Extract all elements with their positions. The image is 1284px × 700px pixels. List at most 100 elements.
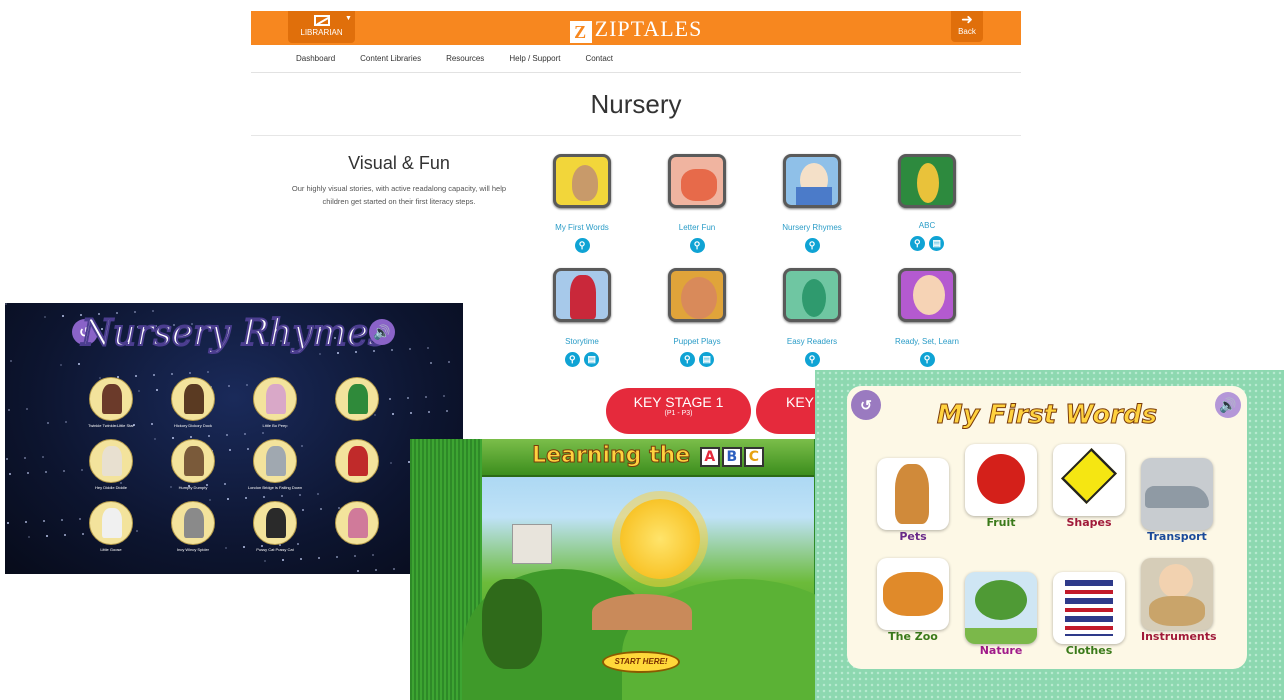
star-decoration xyxy=(302,509,304,511)
search-icon[interactable]: ⚲ xyxy=(564,352,580,367)
tile-label[interactable]: My First Words xyxy=(537,223,627,232)
word-card-instruments[interactable]: Instruments xyxy=(1141,558,1217,643)
star-decoration xyxy=(136,530,138,532)
word-image[interactable] xyxy=(965,444,1037,516)
tile-storytime[interactable]: Storytime ⚲ ▤ xyxy=(537,268,627,367)
speaker-icon[interactable]: 🔊 xyxy=(369,319,395,345)
star-decoration xyxy=(79,518,81,520)
tile-label[interactable]: Letter Fun xyxy=(652,223,742,232)
tile-easy-readers[interactable]: Easy Readers ⚲ xyxy=(767,268,857,367)
tile-label[interactable]: Easy Readers xyxy=(767,337,857,346)
page-title: Nursery xyxy=(251,89,1021,136)
rhyme-item[interactable] xyxy=(335,377,379,421)
tile-label[interactable]: Storytime xyxy=(537,337,627,346)
rhyme-item[interactable]: Hey Diddle Diddle xyxy=(89,439,133,490)
nav-help-support[interactable]: Help / Support xyxy=(509,54,560,63)
star-decoration xyxy=(27,472,29,474)
word-card-nature[interactable]: Nature xyxy=(965,572,1037,657)
word-card-the-zoo[interactable]: The Zoo xyxy=(877,558,949,643)
tile-image[interactable] xyxy=(898,268,956,322)
nursery-rhymes-screen: ↺ Nursery Rhymes 🔊 Twinkle Twinkle Littl… xyxy=(5,303,463,574)
star-decoration xyxy=(390,462,392,464)
word-image[interactable] xyxy=(877,458,949,530)
document-icon[interactable]: ▤ xyxy=(584,352,600,367)
nav-contact[interactable]: Contact xyxy=(585,54,613,63)
nav-resources[interactable]: Resources xyxy=(446,54,484,63)
star-decoration xyxy=(430,362,432,364)
word-image[interactable] xyxy=(965,572,1037,644)
key-stage-1-button[interactable]: KEY STAGE 1 (P1 - P3) xyxy=(606,388,751,434)
word-card-transport[interactable]: Transport xyxy=(1141,458,1213,543)
tile-ready-set-learn[interactable]: Ready, Set, Learn ⚲ xyxy=(882,268,972,367)
tile-my-first-words[interactable]: My First Words ⚲ xyxy=(537,154,627,253)
brand-logo[interactable]: Z ZIPTALES xyxy=(251,16,1021,43)
word-image[interactable] xyxy=(877,558,949,630)
star-decoration xyxy=(6,458,8,460)
search-icon[interactable]: ⚲ xyxy=(679,352,695,367)
star-decoration xyxy=(354,555,356,557)
tile-image[interactable] xyxy=(783,154,841,208)
speaker-icon[interactable]: 🔊 xyxy=(1215,392,1241,418)
back-button[interactable]: ➜ Back xyxy=(951,11,983,42)
star-decoration xyxy=(45,471,47,473)
rhyme-item[interactable] xyxy=(335,439,379,483)
search-icon[interactable]: ⚲ xyxy=(574,238,590,253)
star-decoration xyxy=(443,395,445,397)
tile-image[interactable] xyxy=(553,268,611,322)
rhyme-item[interactable]: Twinkle Twinkle Little Star xyxy=(88,377,134,428)
tile-label[interactable]: Puppet Plays xyxy=(652,337,742,346)
rhyme-item[interactable]: Humpty Dumpty xyxy=(171,439,215,490)
tile-image[interactable] xyxy=(898,154,956,208)
word-card-clothes[interactable]: Clothes xyxy=(1053,572,1125,657)
letter-block-a: A xyxy=(699,447,720,467)
rhyme-item[interactable]: Little Bo Peep xyxy=(253,377,297,428)
star-decoration xyxy=(300,558,302,560)
rhyme-item[interactable]: Incy Wincy Spider xyxy=(171,501,215,552)
star-decoration xyxy=(448,361,450,363)
tile-image[interactable] xyxy=(783,268,841,322)
tile-label[interactable]: Nursery Rhymes xyxy=(767,223,857,232)
search-icon[interactable]: ⚲ xyxy=(919,352,935,367)
abc-title: Learning the xyxy=(532,443,691,469)
search-icon[interactable]: ⚲ xyxy=(909,236,925,251)
search-icon[interactable]: ⚲ xyxy=(804,238,820,253)
star-decoration xyxy=(375,569,377,571)
word-image[interactable] xyxy=(1141,558,1213,630)
word-card-pets[interactable]: Pets xyxy=(877,458,949,543)
search-icon[interactable]: ⚲ xyxy=(804,352,820,367)
tile-label[interactable]: ABC xyxy=(882,221,972,230)
document-icon[interactable]: ▤ xyxy=(929,236,945,251)
rhyme-item[interactable]: Little Goose xyxy=(89,501,133,552)
word-image[interactable] xyxy=(1053,572,1125,644)
rhyme-item[interactable]: Hickory Dickory Dock xyxy=(171,377,215,428)
word-image[interactable] xyxy=(1141,458,1213,530)
word-image[interactable] xyxy=(1053,444,1125,516)
tile-image[interactable] xyxy=(553,154,611,208)
tile-letter-fun[interactable]: Letter Fun ⚲ xyxy=(652,154,742,253)
word-label: Transport xyxy=(1147,530,1207,543)
star-decoration xyxy=(63,470,65,472)
search-icon[interactable]: ⚲ xyxy=(689,238,705,253)
star-decoration xyxy=(208,435,210,437)
star-decoration xyxy=(26,408,28,410)
star-decoration xyxy=(446,410,448,412)
nav-dashboard[interactable]: Dashboard xyxy=(296,54,335,63)
tile-label[interactable]: Ready, Set, Learn xyxy=(882,337,972,346)
tile-puppet-plays[interactable]: Puppet Plays ⚲ ▤ xyxy=(652,268,742,367)
word-card-fruit[interactable]: Fruit xyxy=(965,444,1037,529)
star-decoration xyxy=(320,508,322,510)
tile-nursery-rhymes[interactable]: Nursery Rhymes ⚲ xyxy=(767,154,857,253)
star-decoration xyxy=(154,438,156,440)
tile-image[interactable] xyxy=(668,268,726,322)
rhyme-item[interactable]: Pussy Cat Pussy Cat xyxy=(253,501,297,552)
rhyme-label: Pussy Cat Pussy Cat xyxy=(256,547,294,552)
rhyme-item[interactable] xyxy=(335,501,379,545)
nav-content-libraries[interactable]: Content Libraries xyxy=(360,54,421,63)
rhyme-item[interactable]: London Bridge is Falling Down xyxy=(248,439,302,490)
start-here-button[interactable]: START HERE! xyxy=(602,651,680,673)
tile-image[interactable] xyxy=(668,154,726,208)
star-decoration xyxy=(410,412,412,414)
tile-abc[interactable]: ABC ⚲ ▤ xyxy=(882,154,972,251)
word-card-shapes[interactable]: Shapes xyxy=(1053,444,1125,529)
document-icon[interactable]: ▤ xyxy=(699,352,715,367)
